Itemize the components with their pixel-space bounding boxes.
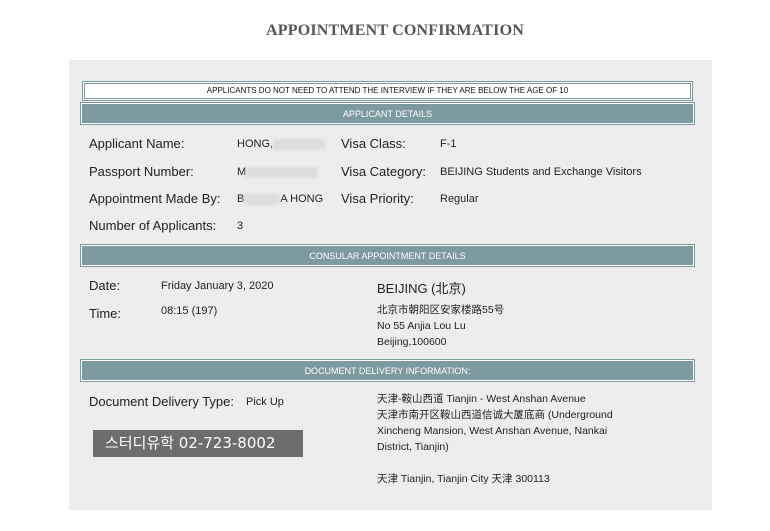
consulate-address-line: 北京市朝阳区安家楼路55号 <box>377 304 505 316</box>
delivery-type-label: Document Delivery Type: <box>89 394 234 409</box>
passport-number-label: Passport Number: <box>89 164 194 179</box>
visa-class-value: F-1 <box>440 138 457 150</box>
date-label: Date: <box>89 278 121 293</box>
number-of-applicants-value: 3 <box>237 220 244 232</box>
visa-class-label: Visa Class: <box>341 136 406 151</box>
redaction-mark <box>273 138 326 150</box>
appointment-made-by-prefix: B <box>237 193 245 205</box>
date-value: Friday January 3, 2020 <box>161 280 274 292</box>
delivery-address-line: 天津-鞍山西道 Tianjin - West Anshan Avenue <box>377 393 586 405</box>
redaction-mark <box>244 193 281 205</box>
appointment-made-by-label: Appointment Made By: <box>89 191 221 206</box>
delivery-address: 天津-鞍山西道 Tianjin - West Anshan Avenue 天津市… <box>377 391 613 455</box>
watermark-banner: 스터디유학 02-723-8002 <box>93 430 303 457</box>
visa-priority-value: Regular <box>440 193 479 205</box>
delivery-address-line: Xincheng Mansion, West Anshan Avenue, Na… <box>377 425 608 437</box>
applicant-name-value: HONG, <box>237 138 326 150</box>
age-notice: APPLICANTS DO NOT NEED TO ATTEND THE INT… <box>82 81 693 101</box>
visa-priority-label: Visa Priority: <box>341 191 414 206</box>
time-value: 08:15 (197) <box>161 305 218 317</box>
passport-number-value: M <box>237 166 319 178</box>
visa-category-value: BEIJING Students and Exchange Visitors <box>440 166 642 178</box>
consulate-address-line: Beijing,100600 <box>377 336 447 348</box>
visa-category-label: Visa Category: <box>341 164 427 179</box>
applicant-name-text: HONG, <box>237 138 274 150</box>
applicant-name-label: Applicant Name: <box>89 136 185 151</box>
delivery-address-line: District, Tianjin) <box>377 441 449 453</box>
delivery-city-line: 天津 Tianjin, Tianjin City 天津 300113 <box>377 473 550 485</box>
number-of-applicants-label: Number of Applicants: <box>89 218 217 233</box>
delivery-type-value: Pick Up <box>246 396 284 408</box>
consular-details-header: CONSULAR APPOINTMENT DETAILS <box>80 244 695 267</box>
consulate-address: 北京市朝阳区安家楼路55号 No 55 Anjia Lou Lu Beijing… <box>377 302 504 350</box>
time-label: Time: <box>89 306 122 321</box>
redaction-mark <box>246 166 319 178</box>
appointment-made-by-suffix: A HONG <box>280 193 324 205</box>
delivery-header: DOCUMENT DELIVERY INFORMATION: <box>80 359 695 382</box>
consulate-location-title: BEIJING (北京) <box>377 281 466 296</box>
passport-number-text: M <box>237 166 247 178</box>
applicant-details-header: APPLICANT DETAILS <box>80 102 695 125</box>
consulate-address-line: No 55 Anjia Lou Lu <box>377 320 466 332</box>
appointment-made-by-value: B A HONG <box>237 193 323 205</box>
page-title: APPOINTMENT CONFIRMATION <box>266 22 524 39</box>
delivery-address-line: 天津市南开区鞍山西道信诚大厦底商 (Underground <box>377 409 613 421</box>
